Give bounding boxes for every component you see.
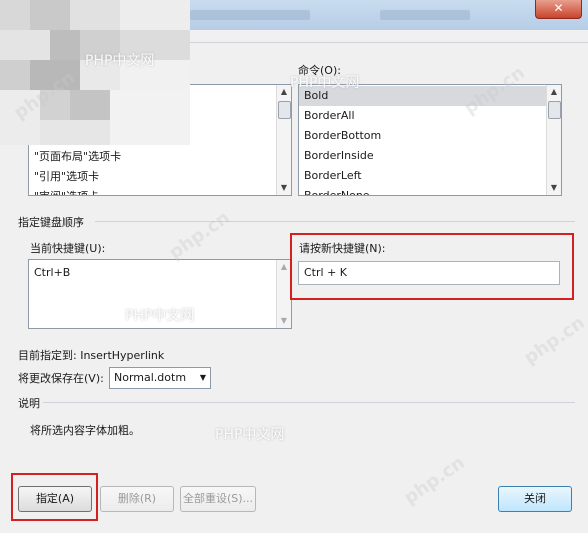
close-button[interactable]: 关闭 xyxy=(498,486,572,512)
categories-scrollbar[interactable]: ▲ ▼ xyxy=(276,85,291,195)
commands-list[interactable]: Bold BorderAll BorderBottom BorderInside… xyxy=(298,84,562,196)
assigned-to-label: 目前指定到: xyxy=(18,349,77,362)
current-keys-scrollbar[interactable]: ▲ ▼ xyxy=(276,260,291,328)
save-in-label: 将更改保存在(V): xyxy=(18,372,104,385)
scroll-thumb[interactable] xyxy=(278,101,291,119)
watermark: PHP中文网 xyxy=(125,308,195,324)
title-text-blurred xyxy=(190,10,310,20)
current-keys-label: 当前快捷键(U): xyxy=(30,242,106,255)
list-item[interactable]: "审阅"选项卡 xyxy=(29,187,277,195)
save-in-select[interactable]: Normal.dotm ▼ xyxy=(109,367,211,389)
chevron-down-icon: ▼ xyxy=(199,373,206,382)
list-item[interactable]: BorderInside xyxy=(299,146,547,166)
scroll-up-icon[interactable]: ▲ xyxy=(547,85,561,99)
scroll-thumb[interactable] xyxy=(548,101,561,119)
watermark: PHP中文网 xyxy=(215,427,285,443)
highlight-frame xyxy=(290,233,574,300)
scroll-up-icon[interactable]: ▲ xyxy=(277,260,291,274)
watermark: PHP中文网 xyxy=(85,53,155,69)
save-in-value: Normal.dotm xyxy=(114,371,187,384)
scroll-up-icon[interactable]: ▲ xyxy=(277,85,291,99)
reset-all-button[interactable]: 全部重设(S)... xyxy=(180,486,256,512)
close-icon: ✕ xyxy=(553,1,564,15)
list-item[interactable]: BorderNone xyxy=(299,186,547,195)
assigned-to-text: 目前指定到: InsertHyperlink xyxy=(18,347,164,363)
assigned-to-value: InsertHyperlink xyxy=(80,349,165,362)
highlight-frame xyxy=(11,473,98,521)
description-text: 将所选内容字体加粗。 xyxy=(30,424,140,437)
keyboard-group-title: 指定键盘顺序 xyxy=(18,216,84,229)
title-text-blurred-2 xyxy=(380,10,470,20)
list-item[interactable]: "页面布局"选项卡 xyxy=(29,147,277,167)
list-item[interactable]: BorderAll xyxy=(299,106,547,126)
watermark: PHP中文网 xyxy=(290,75,360,91)
remove-button[interactable]: 删除(R) xyxy=(100,486,174,512)
description-separator xyxy=(43,402,575,403)
blurred-region xyxy=(0,0,190,145)
scroll-down-icon[interactable]: ▼ xyxy=(547,181,561,195)
window-close-button[interactable]: ✕ xyxy=(535,0,582,19)
group-separator xyxy=(95,221,575,222)
list-item[interactable]: BorderBottom xyxy=(299,126,547,146)
commands-scrollbar[interactable]: ▲ ▼ xyxy=(546,85,561,195)
scroll-down-icon[interactable]: ▼ xyxy=(277,181,291,195)
list-item[interactable]: BorderLeft xyxy=(299,166,547,186)
list-item[interactable]: "引用"选项卡 xyxy=(29,167,277,187)
description-title: 说明 xyxy=(18,397,40,410)
scroll-down-icon[interactable]: ▼ xyxy=(277,314,291,328)
list-item[interactable]: Ctrl+B xyxy=(29,263,277,283)
